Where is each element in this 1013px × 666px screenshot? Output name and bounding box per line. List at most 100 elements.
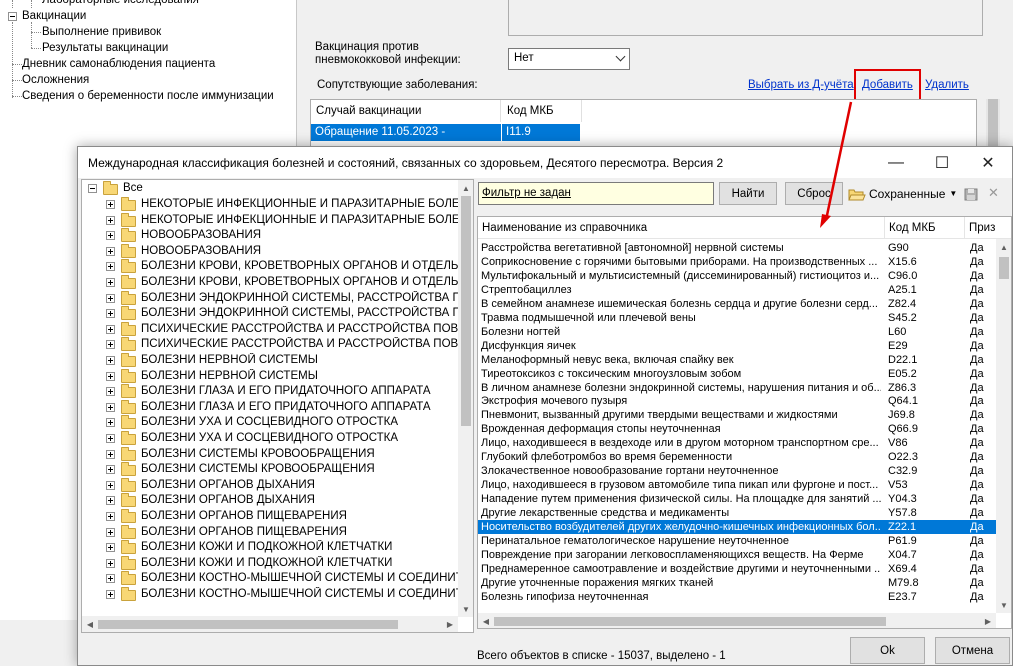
tree-item[interactable]: БОЛЕЗНИ ГЛАЗА И ЕГО ПРИДАТОЧНОГО АППАРАТ… — [82, 384, 458, 400]
expand-icon[interactable] — [106, 278, 115, 287]
expand-icon[interactable] — [106, 590, 115, 599]
list-item[interactable]: Тиреотоксикоз с токсическим многоузловым… — [478, 367, 998, 381]
delete-filter-icon[interactable]: ✕ — [988, 185, 999, 201]
maximize-button[interactable]: ☐ — [919, 147, 965, 178]
scroll-left-icon[interactable]: ◀ — [478, 613, 494, 628]
tree-item[interactable]: НОВООБРАЗОВАНИЯ — [82, 228, 458, 244]
tree-item[interactable]: НОВООБРАЗОВАНИЯ — [82, 243, 458, 260]
tree-item-complications[interactable]: Осложнения — [22, 72, 89, 88]
expand-icon[interactable] — [106, 293, 115, 303]
list-item[interactable]: Перинатальное гематологическое нарушение… — [478, 534, 998, 548]
tree-item-diary[interactable]: Дневник самонаблюдения пациента — [22, 56, 215, 72]
tree-item-pregnancy[interactable]: Сведения о беременности после иммунизаци… — [22, 88, 274, 104]
expand-icon[interactable] — [106, 434, 115, 443]
expand-icon[interactable] — [106, 465, 115, 475]
list-item[interactable]: Травма подмышечной или плечевой вены S45.… — [478, 311, 998, 325]
column-header-name[interactable]: Наименование из справочника — [478, 217, 885, 239]
scroll-left-icon[interactable]: ◀ — [82, 616, 98, 632]
title-bar[interactable]: Международная классификация болезней и с… — [78, 147, 1012, 178]
expand-icon[interactable] — [106, 418, 115, 428]
tree-item[interactable]: БОЛЕЗНИ УХА И СОСЦЕВИДНОГО ОТРОСТКА — [82, 431, 458, 447]
pneumo-select[interactable]: Нет — [508, 48, 630, 70]
expand-icon[interactable] — [106, 340, 115, 350]
delete-link[interactable]: Удалить — [925, 79, 969, 91]
expand-icon[interactable] — [106, 231, 115, 241]
list-item[interactable]: Пневмонит, вызванный другими твердыми ве… — [478, 408, 998, 422]
collapse-icon[interactable] — [88, 184, 97, 193]
expand-icon[interactable] — [106, 574, 115, 584]
find-button[interactable]: Найти — [719, 182, 777, 205]
filter-field[interactable]: Фильтр не задан — [478, 182, 714, 205]
expand-icon[interactable] — [106, 527, 115, 537]
list-item[interactable]: Болезнь гипофиза неуточненная E23.7 Да — [478, 590, 998, 604]
expand-icon[interactable] — [106, 215, 115, 225]
list-item[interactable]: Лицо, находившееся в грузовом автомобиле… — [478, 478, 998, 492]
save-filter-icon[interactable] — [963, 186, 979, 202]
expand-icon[interactable] — [106, 246, 115, 256]
column-header[interactable]: Случай вакцинации — [311, 100, 501, 122]
tree-item[interactable]: БОЛЕЗНИ СИСТЕМЫ КРОВООБРАЩЕНИЯ — [82, 446, 458, 463]
list-item[interactable]: Лицо, находившееся в вездеходе или в дру… — [478, 436, 998, 450]
expand-icon[interactable] — [106, 480, 115, 490]
scrollbar-thumb[interactable] — [999, 257, 1009, 279]
reset-button[interactable]: Сброс — [785, 182, 843, 205]
list-item[interactable]: В семейном анамнезе ишемическая болезнь … — [478, 297, 998, 311]
scroll-up-icon[interactable]: ▲ — [458, 180, 473, 196]
list-item[interactable]: Злокачественное новообразование гортани … — [478, 464, 998, 478]
list-item[interactable]: Меланоформный невус века, включая спайку… — [478, 353, 998, 367]
tree-item[interactable]: БОЛЕЗНИ НЕРВНОЙ СИСТЕМЫ — [82, 368, 458, 385]
tree-item-vaccinations[interactable]: Вакцинации — [22, 8, 86, 24]
expand-icon[interactable] — [106, 558, 115, 568]
tree-vertical-scrollbar[interactable]: ▲ ▼ — [458, 180, 473, 617]
list-item[interactable]: Расстройства вегетативной [автономной] н… — [478, 241, 998, 255]
scrollbar-thumb[interactable] — [494, 617, 886, 626]
list-item[interactable]: Повреждение при загорании легковоспламен… — [478, 548, 998, 562]
select-from-d-link[interactable]: Выбрать из Д-учёта — [748, 79, 854, 91]
cancel-button[interactable]: Отмена — [935, 637, 1010, 664]
scrollbar-thumb[interactable] — [98, 620, 398, 629]
tree-item[interactable]: БОЛЕЗНИ ЭНДОКРИННОЙ СИСТЕМЫ, РАССТРОЙСТВ… — [82, 290, 458, 307]
icd-list[interactable]: Наименование из справочника Код МКБ Приз… — [477, 216, 1012, 629]
tree-horizontal-scrollbar[interactable]: ◀ ▶ — [82, 616, 458, 632]
scroll-right-icon[interactable]: ▶ — [442, 616, 458, 632]
expand-icon[interactable] — [106, 449, 115, 459]
list-item[interactable]: Носительство возбудителей других желудоч… — [478, 520, 998, 534]
column-header-code[interactable]: Код МКБ — [885, 217, 965, 239]
tree-item[interactable]: НЕКОТОРЫЕ ИНФЕКЦИОННЫЕ И ПАРАЗИТАРНЫЕ БО… — [82, 212, 458, 229]
close-button[interactable]: ✕ — [965, 147, 1011, 178]
list-horizontal-scrollbar[interactable]: ◀ ▶ — [478, 613, 996, 628]
collapse-icon[interactable] — [8, 12, 17, 21]
saved-filters-dropdown[interactable]: Сохраненные ▼ — [848, 183, 957, 204]
tree-item[interactable]: БОЛЕЗНИ КРОВИ, КРОВЕТВОРНЫХ ОРГАНОВ И ОТ… — [82, 275, 458, 291]
list-item[interactable]: Болезни ногтей L60 Да — [478, 325, 998, 339]
ok-button[interactable]: Ok — [850, 637, 925, 664]
list-item[interactable]: Другие лекарственные средства и медикаме… — [478, 506, 998, 520]
tree-item[interactable]: БОЛЕЗНИ ОРГАНОВ ПИЩЕВАРЕНИЯ — [82, 524, 458, 541]
expand-icon[interactable] — [106, 200, 115, 209]
list-item[interactable]: В личном анамнезе болезни эндокринной си… — [478, 381, 998, 395]
tree-item[interactable]: БОЛЕЗНИ СИСТЕМЫ КРОВООБРАЩЕНИЯ — [82, 462, 458, 478]
tree-item[interactable]: БОЛЕЗНИ КОЖИ И ПОДКОЖНОЙ КЛЕТЧАТКИ — [82, 555, 458, 572]
list-vertical-scrollbar[interactable]: ▲ ▼ — [996, 239, 1011, 613]
tree-item[interactable]: НЕКОТОРЫЕ ИНФЕКЦИОННЫЕ И ПАРАЗИТАРНЫЕ БО… — [82, 197, 458, 213]
scrollbar-thumb[interactable] — [461, 196, 471, 426]
expand-icon[interactable] — [106, 356, 115, 365]
list-item[interactable]: Врожденная деформация стопы неуточненная… — [478, 422, 998, 436]
expand-icon[interactable] — [106, 309, 115, 319]
notes-textarea[interactable] — [508, 0, 983, 36]
column-header-flag[interactable]: Приз — [965, 217, 1011, 239]
list-item[interactable]: Экстрофия мочевого пузыря Q64.1 Да — [478, 394, 998, 408]
expand-icon[interactable] — [106, 496, 115, 506]
scroll-down-icon[interactable]: ▼ — [458, 601, 473, 617]
scroll-up-icon[interactable]: ▲ — [996, 239, 1011, 255]
tree-item-vaccination-results[interactable]: Результаты вакцинации — [42, 40, 168, 56]
tree-item[interactable]: БОЛЕЗНИ ОРГАНОВ ПИЩЕВАРЕНИЯ — [82, 509, 458, 525]
expand-icon[interactable] — [106, 262, 115, 272]
tree-item[interactable]: БОЛЕЗНИ ГЛАЗА И ЕГО ПРИДАТОЧНОГО АППАРАТ… — [82, 399, 458, 416]
list-item[interactable]: Мультифокальный и мультисистемный (диссе… — [478, 269, 998, 283]
list-item[interactable]: Дисфункция яичек E29 Да — [478, 339, 998, 353]
list-item[interactable]: Другие уточненные поражения мягких ткане… — [478, 576, 998, 590]
minimize-button[interactable]: — — [873, 147, 919, 178]
tree-item[interactable]: БОЛЕЗНИ КОЖИ И ПОДКОЖНОЙ КЛЕТЧАТКИ — [82, 540, 458, 556]
tree-item-vaccination-exec[interactable]: Выполнение прививок — [42, 24, 161, 40]
